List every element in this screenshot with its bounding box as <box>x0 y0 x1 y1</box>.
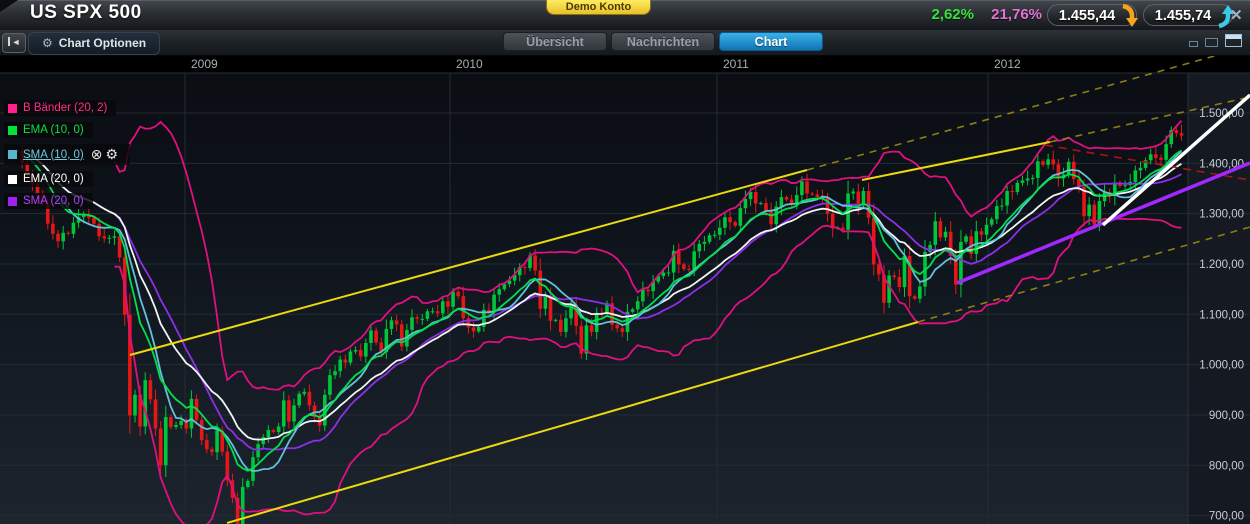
legend-item-sma20[interactable]: SMA (20, 0) <box>4 193 93 209</box>
remove-indicator-icon[interactable]: ⊗ <box>91 146 106 162</box>
svg-text:1.200,00: 1.200,00 <box>1199 259 1244 271</box>
ema20-swatch <box>8 174 17 184</box>
bbands-swatch <box>8 103 17 113</box>
ema10-swatch <box>8 125 17 135</box>
trendline-overlays[interactable] <box>129 45 1250 524</box>
window-layout-controls <box>1182 34 1242 47</box>
chart-options-button[interactable]: ⚙ Chart Optionen <box>28 32 161 55</box>
svg-text:2011: 2011 <box>723 57 749 71</box>
bbands-label: B Bänder (20, 2) <box>23 102 108 114</box>
corner-notch <box>0 0 18 12</box>
change-percent-positive: 2,62% <box>931 6 974 23</box>
sma20-label: SMA (20, 0) <box>23 195 84 207</box>
sell-price: 1.455,44 <box>1058 8 1116 24</box>
svg-text:800,00: 800,00 <box>1209 460 1244 472</box>
tab-uebersicht[interactable]: Übersicht <box>503 32 607 51</box>
instrument-title: US SPX 500 <box>30 2 142 23</box>
buy-price-button[interactable]: 1.455,74 <box>1143 4 1234 29</box>
layout-large-icon[interactable] <box>1225 34 1242 47</box>
collapse-arrow-icon: ◄ <box>11 37 21 47</box>
channel-lower-solid[interactable] <box>226 321 919 524</box>
ema10-label: EMA (10, 0) <box>23 124 84 136</box>
ema20-label: EMA (20, 0) <box>23 173 84 185</box>
legend-item-sma10[interactable]: SMA (10, 0) ⊗⚙ <box>4 144 131 165</box>
indicator-legend: B Bänder (20, 2) EMA (10, 0) SMA (10, 0)… <box>4 100 131 215</box>
buy-price: 1.455,74 <box>1154 8 1212 24</box>
legend-item-ema20[interactable]: EMA (20, 0) <box>4 171 93 187</box>
layout-medium-icon[interactable] <box>1205 38 1218 47</box>
svg-text:1.000,00: 1.000,00 <box>1199 360 1244 372</box>
svg-text:1.100,00: 1.100,00 <box>1199 309 1244 321</box>
svg-text:1.300,00: 1.300,00 <box>1199 209 1244 221</box>
sma20-swatch <box>8 196 17 206</box>
collapse-bar-icon <box>7 37 10 46</box>
chart-plot-area[interactable]: 2009 2010 2011 20121.500,001.400,001.300,00… <box>0 0 1250 524</box>
change-percent-secondary: 21,76% <box>991 6 1042 23</box>
tab-nachrichten[interactable]: Nachrichten <box>611 32 715 51</box>
svg-text:700,00: 700,00 <box>1209 511 1244 523</box>
demo-account-badge[interactable]: Demo Konto <box>546 0 651 15</box>
legend-item-bbands[interactable]: B Bänder (20, 2) <box>4 100 117 116</box>
sma10-label: SMA (10, 0) <box>23 148 84 161</box>
price-down-arrow-icon <box>1122 3 1138 27</box>
sma20-line <box>113 173 1182 451</box>
chart-options-label: Chart Optionen <box>58 36 147 50</box>
layout-small-icon[interactable] <box>1189 41 1198 47</box>
svg-text:900,00: 900,00 <box>1209 410 1244 422</box>
sell-price-button[interactable]: 1.455,44 <box>1047 3 1138 27</box>
svg-text:2009: 2009 <box>191 57 218 71</box>
sma10-line <box>62 150 1183 473</box>
legend-item-ema10[interactable]: EMA (10, 0) <box>4 122 93 138</box>
legend-item-tools: ⊗⚙ <box>91 146 121 163</box>
tab-chart[interactable]: Chart <box>719 32 823 51</box>
chart-toolbar: ◄ ⚙ Chart Optionen Übersicht Nachrichten … <box>0 30 1250 56</box>
title-bar: US SPX 500 Demo Konto 2,62% 21,76% 1.455… <box>0 0 1250 31</box>
sma10-swatch <box>8 150 17 159</box>
trading-app-window: 2009 2010 2011 2012 1.500,00 1.400,00 1.300,00… <box>0 0 1250 524</box>
svg-text:2010: 2010 <box>456 57 483 71</box>
gear-icon: ⚙ <box>42 36 53 50</box>
close-icon[interactable]: ✕ <box>1230 6 1243 24</box>
svg-text:2012: 2012 <box>994 57 1021 71</box>
collapse-panel-button[interactable]: ◄ <box>2 33 26 53</box>
indicator-settings-gear-icon[interactable]: ⚙ <box>105 146 121 162</box>
x-axis-year-labels: 2009 2010 2011 2012 <box>184 57 1021 524</box>
view-tabs: Übersicht Nachrichten Chart <box>503 32 827 51</box>
